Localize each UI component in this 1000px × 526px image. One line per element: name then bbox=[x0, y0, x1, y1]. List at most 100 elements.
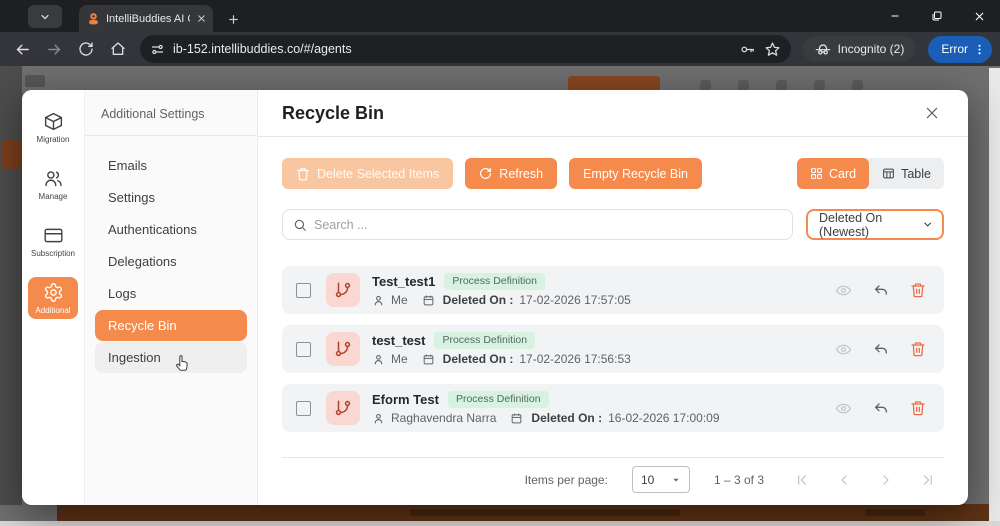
recycle-bin-dialog: Migration Manage Subscription Additional… bbox=[22, 90, 968, 505]
close-window-button[interactable] bbox=[958, 0, 1000, 32]
incognito-badge[interactable]: Incognito (2) bbox=[803, 36, 917, 62]
kebab-menu-icon[interactable] bbox=[972, 42, 987, 57]
search-icon bbox=[293, 218, 307, 232]
list-item[interactable]: Test_test1 Process Definition Me Deleted… bbox=[282, 266, 944, 314]
home-button[interactable] bbox=[104, 35, 132, 63]
dialog-close-button[interactable] bbox=[920, 101, 944, 125]
person-icon bbox=[372, 412, 385, 425]
reload-button[interactable] bbox=[72, 35, 100, 63]
new-tab-button[interactable] bbox=[222, 8, 244, 30]
forward-button[interactable] bbox=[40, 35, 68, 63]
delete-item-icon[interactable] bbox=[910, 400, 926, 416]
dimmed-footer-strip bbox=[0, 521, 1000, 526]
list-item[interactable]: Eform Test Process Definition Raghavendr… bbox=[282, 384, 944, 432]
browser-window: IntelliBuddies AI Command Cen ib-152.int… bbox=[0, 0, 1000, 526]
rail-item-migration[interactable]: Migration bbox=[28, 106, 78, 148]
restore-button[interactable] bbox=[916, 0, 958, 32]
deleted-on-label: Deleted On : bbox=[443, 293, 514, 307]
menu-item-logs[interactable]: Logs bbox=[95, 278, 247, 309]
page-scrollbar[interactable] bbox=[989, 68, 1000, 521]
chevron-down-icon bbox=[922, 218, 933, 231]
dimmed-logo bbox=[25, 75, 45, 87]
restore-item-icon[interactable] bbox=[873, 341, 889, 357]
rail-item-additional[interactable]: Additional bbox=[28, 277, 78, 319]
restore-icon bbox=[931, 10, 943, 22]
process-branch-icon bbox=[334, 399, 352, 417]
row-checkbox[interactable] bbox=[296, 283, 311, 298]
delete-item-icon[interactable] bbox=[910, 282, 926, 298]
item-name: Eform Test bbox=[372, 392, 439, 407]
view-icon[interactable] bbox=[835, 400, 852, 417]
recycle-bin-list: Test_test1 Process Definition Me Deleted… bbox=[258, 240, 968, 443]
rail-item-manage[interactable]: Manage bbox=[28, 163, 78, 205]
paginator: Items per page: 10 1 – 3 of 3 bbox=[282, 457, 944, 501]
view-toggle: Card Table bbox=[797, 158, 944, 189]
minimize-button[interactable] bbox=[874, 0, 916, 32]
app-favicon bbox=[87, 12, 100, 25]
menu-item-recycle-bin[interactable]: Recycle Bin bbox=[95, 310, 247, 341]
restore-item-icon[interactable] bbox=[873, 400, 889, 416]
refresh-button[interactable]: Refresh bbox=[465, 158, 557, 189]
tab-close-icon[interactable] bbox=[196, 13, 207, 24]
view-icon[interactable] bbox=[835, 341, 852, 358]
item-owner: Me bbox=[391, 352, 408, 366]
row-checkbox[interactable] bbox=[296, 401, 311, 416]
tab-search-button[interactable] bbox=[28, 5, 62, 28]
items-per-page-label: Items per page: bbox=[525, 473, 608, 487]
view-icon[interactable] bbox=[835, 282, 852, 299]
next-page-button[interactable] bbox=[878, 472, 894, 488]
first-page-button[interactable] bbox=[794, 472, 810, 488]
row-checkbox[interactable] bbox=[296, 342, 311, 357]
list-item[interactable]: test_test Process Definition Me Deleted … bbox=[282, 325, 944, 373]
process-branch-icon bbox=[334, 281, 352, 299]
menu-item-ingestion[interactable]: Ingestion bbox=[95, 342, 247, 373]
item-type-badge: Process Definition bbox=[444, 273, 545, 290]
browser-toolbar: ib-152.intellibuddies.co/#/agents Incogn… bbox=[0, 32, 1000, 66]
empty-recycle-bin-button[interactable]: Empty Recycle Bin bbox=[569, 158, 702, 189]
table-view-button[interactable]: Table bbox=[869, 158, 944, 189]
menu-item-settings[interactable]: Settings bbox=[95, 182, 247, 213]
close-icon bbox=[973, 10, 986, 23]
reload-icon bbox=[78, 41, 94, 57]
menu-header: Additional Settings bbox=[85, 90, 257, 136]
error-button[interactable]: Error bbox=[928, 36, 992, 63]
caret-down-icon bbox=[671, 475, 681, 485]
error-label: Error bbox=[941, 42, 968, 56]
restore-item-icon[interactable] bbox=[873, 282, 889, 298]
window-controls bbox=[874, 0, 1000, 32]
dimmed-sidebar-active-item bbox=[1, 140, 21, 170]
deleted-on-label: Deleted On : bbox=[443, 352, 514, 366]
page-size-select[interactable]: 10 bbox=[632, 466, 690, 493]
back-button[interactable] bbox=[8, 35, 36, 63]
site-settings-icon[interactable] bbox=[150, 42, 165, 57]
sort-value: Deleted On (Newest) bbox=[819, 211, 922, 239]
url-text[interactable]: ib-152.intellibuddies.co/#/agents bbox=[173, 42, 731, 56]
sort-dropdown[interactable]: Deleted On (Newest) bbox=[806, 209, 944, 240]
delete-item-icon[interactable] bbox=[910, 341, 926, 357]
calendar-icon bbox=[422, 353, 435, 366]
plus-icon bbox=[227, 13, 240, 26]
browser-tab[interactable]: IntelliBuddies AI Command Cen bbox=[79, 5, 213, 32]
bookmark-star-icon[interactable] bbox=[764, 41, 781, 58]
item-owner: Raghavendra Narra bbox=[391, 411, 496, 425]
trash-icon bbox=[296, 167, 310, 181]
page-range-label: 1 – 3 of 3 bbox=[714, 473, 764, 487]
process-tile bbox=[326, 273, 360, 307]
prev-page-button[interactable] bbox=[836, 472, 852, 488]
menu-item-authentications[interactable]: Authentications bbox=[95, 214, 247, 245]
menu-item-emails[interactable]: Emails bbox=[95, 150, 247, 181]
menu-item-delegations[interactable]: Delegations bbox=[95, 246, 247, 277]
incognito-icon bbox=[815, 41, 831, 57]
search-input[interactable] bbox=[314, 218, 782, 232]
address-bar[interactable]: ib-152.intellibuddies.co/#/agents bbox=[140, 35, 791, 63]
last-page-button[interactable] bbox=[920, 472, 936, 488]
forward-icon bbox=[46, 41, 63, 58]
card-grid-icon bbox=[810, 167, 823, 180]
delete-selected-button[interactable]: Delete Selected Items bbox=[282, 158, 453, 189]
deleted-on-label: Deleted On : bbox=[531, 411, 602, 425]
person-icon bbox=[372, 353, 385, 366]
password-key-icon[interactable] bbox=[739, 41, 756, 58]
item-type-badge: Process Definition bbox=[434, 332, 535, 349]
rail-item-subscription[interactable]: Subscription bbox=[28, 220, 78, 262]
card-view-button[interactable]: Card bbox=[797, 158, 869, 189]
